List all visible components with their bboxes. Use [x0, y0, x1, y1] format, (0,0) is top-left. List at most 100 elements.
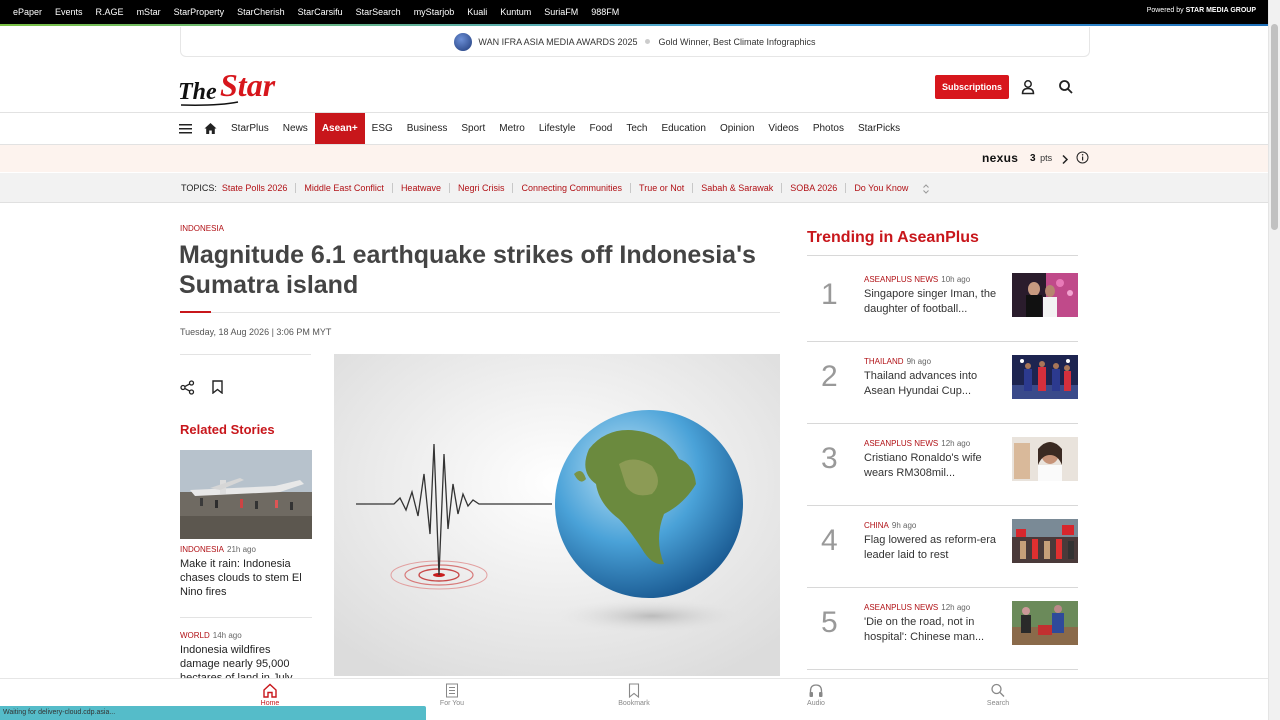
nexus-points-value: 3 — [1030, 153, 1036, 164]
the-star-logo[interactable]: The Star — [178, 66, 286, 108]
nav-item-videos[interactable]: Videos — [761, 113, 805, 144]
network-link-starcherish[interactable]: StarCherish — [237, 7, 285, 17]
trending-time: 10h ago — [941, 275, 971, 284]
home-icon[interactable] — [204, 122, 217, 135]
nav-item-sport[interactable]: Sport — [454, 113, 492, 144]
nav-item-asean-plus[interactable]: Asean+ — [314, 113, 365, 144]
trending-rank: 1 — [821, 278, 838, 311]
search-tab-icon — [991, 683, 1005, 697]
trending-kicker: ASEANPLUS NEWS 12h ago — [864, 603, 970, 612]
network-link-988fm[interactable]: 988FM — [591, 7, 619, 17]
bookmark-icon[interactable] — [212, 380, 223, 395]
powered-by[interactable]: Powered by STAR MEDIA GROUP — [1147, 7, 1256, 14]
network-link-kuntum[interactable]: Kuntum — [500, 7, 531, 17]
trending-category[interactable]: ASEANPLUS NEWS — [864, 603, 938, 612]
tab-for-you[interactable]: For You — [422, 683, 482, 707]
browser-status-bar: Waiting for delivery-cloud.cdp.asia... — [0, 706, 426, 720]
network-link-starproperty[interactable]: StarProperty — [174, 7, 225, 17]
network-link-rage[interactable]: R.AGE — [96, 7, 124, 17]
tab-home[interactable]: Home — [240, 683, 300, 707]
nav-item-lifestyle[interactable]: Lifestyle — [532, 113, 583, 144]
trending-title[interactable]: Cristiano Ronaldo's wife wears RM308mil.… — [864, 451, 1000, 481]
network-link-starsearch[interactable]: StarSearch — [356, 7, 401, 17]
chevron-right-icon[interactable] — [1060, 152, 1070, 165]
topic-divider — [845, 182, 847, 193]
award-globe-icon — [454, 32, 473, 51]
expand-topics-icon[interactable] — [922, 182, 930, 194]
nav-item-photos[interactable]: Photos — [806, 113, 851, 144]
tab-search[interactable]: Search — [968, 683, 1028, 707]
trending-thumbnail[interactable] — [1012, 355, 1078, 399]
topic-negri-crisis[interactable]: Negri Crisis — [458, 183, 505, 193]
related-story-kicker[interactable]: WORLD 14h ago — [180, 631, 242, 640]
trending-thumbnail[interactable] — [1012, 437, 1078, 481]
trending-title[interactable]: Flag lowered as reform-era leader laid t… — [864, 533, 1000, 563]
trending-item[interactable]: 5 ASEANPLUS NEWS 12h ago 'Die on the road… — [807, 588, 1078, 670]
nav-item-food[interactable]: Food — [583, 113, 620, 144]
topic-state-polls-2026[interactable]: State Polls 2026 — [222, 183, 288, 193]
nav-item-starplus[interactable]: StarPlus — [224, 113, 276, 144]
article-hero-image[interactable] — [334, 354, 780, 676]
trending-item[interactable]: 4 CHINA 9h ago Flag lowered as reform-era… — [807, 506, 1078, 588]
related-story-title[interactable]: Make it rain: Indonesia chases clouds to… — [180, 557, 312, 599]
network-link-mystarjob[interactable]: myStarjob — [414, 7, 455, 17]
trending-thumbnail[interactable] — [1012, 273, 1078, 317]
nav-item-news[interactable]: News — [276, 113, 315, 144]
powered-by-label: Powered by — [1146, 7, 1184, 14]
topic-true-or-not[interactable]: True or Not — [639, 183, 684, 193]
topic-sabah-sarawak[interactable]: Sabah & Sarawak — [701, 183, 773, 193]
topic-heatwave[interactable]: Heatwave — [401, 183, 441, 193]
network-link-starcarsifu[interactable]: StarCarsifu — [298, 7, 343, 17]
related-story-image[interactable] — [180, 450, 312, 539]
leftcol-divider — [180, 354, 311, 355]
share-icon[interactable] — [180, 380, 195, 395]
logo-star: Star — [220, 67, 276, 103]
trending-item[interactable]: 3 ASEANPLUS NEWS 12h ago Cristiano Ronald… — [807, 424, 1078, 506]
network-link-epaper[interactable]: ePaper — [13, 7, 42, 17]
trending-category[interactable]: ASEANPLUS NEWS — [864, 275, 938, 284]
topic-do-you-know[interactable]: Do You Know — [854, 183, 908, 193]
nav-item-starpicks[interactable]: StarPicks — [851, 113, 907, 144]
trending-item[interactable]: 2 THAILAND 9h ago Thailand advances into … — [807, 342, 1078, 424]
page-scrollbar[interactable] — [1268, 0, 1280, 720]
scrollbar-thumb[interactable] — [1271, 24, 1278, 230]
nav-item-business[interactable]: Business — [400, 113, 455, 144]
trending-category[interactable]: THAILAND — [864, 357, 904, 366]
trending-title[interactable]: Thailand advances into Asean Hyundai Cup… — [864, 369, 1000, 399]
nexus-logo[interactable]: nexus — [982, 151, 1018, 165]
info-icon[interactable] — [1076, 151, 1089, 164]
subscriptions-button[interactable]: Subscriptions — [935, 75, 1009, 99]
tab-audio[interactable]: Audio — [786, 683, 846, 707]
trending-thumbnail[interactable] — [1012, 601, 1078, 645]
topic-connecting-communities[interactable]: Connecting Communities — [521, 183, 622, 193]
hamburger-menu-icon[interactable] — [179, 122, 192, 134]
trending-category[interactable]: ASEANPLUS NEWS — [864, 439, 938, 448]
nav-item-education[interactable]: Education — [654, 113, 712, 144]
trending-divider — [807, 255, 1078, 256]
search-icon[interactable] — [1058, 79, 1074, 95]
nav-item-esg[interactable]: ESG — [365, 113, 400, 144]
network-link-events[interactable]: Events — [55, 7, 83, 17]
trending-thumbnail[interactable] — [1012, 519, 1078, 563]
tab-bookmark[interactable]: Bookmark — [604, 683, 664, 707]
tab-bookmark-label: Bookmark — [618, 700, 650, 707]
topic-soba-2026[interactable]: SOBA 2026 — [790, 183, 837, 193]
nexus-points[interactable]: 3 pts — [1030, 153, 1052, 164]
nav-item-opinion[interactable]: Opinion — [713, 113, 761, 144]
network-link-suriafm[interactable]: SuriaFM — [544, 7, 578, 17]
nav-item-tech[interactable]: Tech — [619, 113, 654, 144]
award-banner[interactable]: WAN IFRA ASIA MEDIA AWARDS 2025 Gold Win… — [180, 27, 1090, 57]
article-kicker[interactable]: INDONESIA — [180, 224, 224, 233]
network-link-kuali[interactable]: Kuali — [467, 7, 487, 17]
nav-item-metro[interactable]: Metro — [492, 113, 532, 144]
topic-middle-east-conflict[interactable]: Middle East Conflict — [304, 183, 384, 193]
trending-item[interactable]: 1 ASEANPLUS NEWS 10h ago Singapore singer… — [807, 260, 1078, 342]
topic-divider — [391, 182, 393, 193]
network-bar: ePaper Events R.AGE mStar StarProperty S… — [0, 0, 1268, 24]
trending-category[interactable]: CHINA — [864, 521, 889, 530]
trending-title[interactable]: 'Die on the road, not in hospital': Chin… — [864, 615, 1000, 645]
user-account-icon[interactable] — [1020, 79, 1036, 95]
network-link-mstar[interactable]: mStar — [137, 7, 161, 17]
trending-title[interactable]: Singapore singer Iman, the daughter of f… — [864, 287, 1000, 317]
related-story-kicker[interactable]: INDONESIA 21h ago — [180, 545, 256, 554]
